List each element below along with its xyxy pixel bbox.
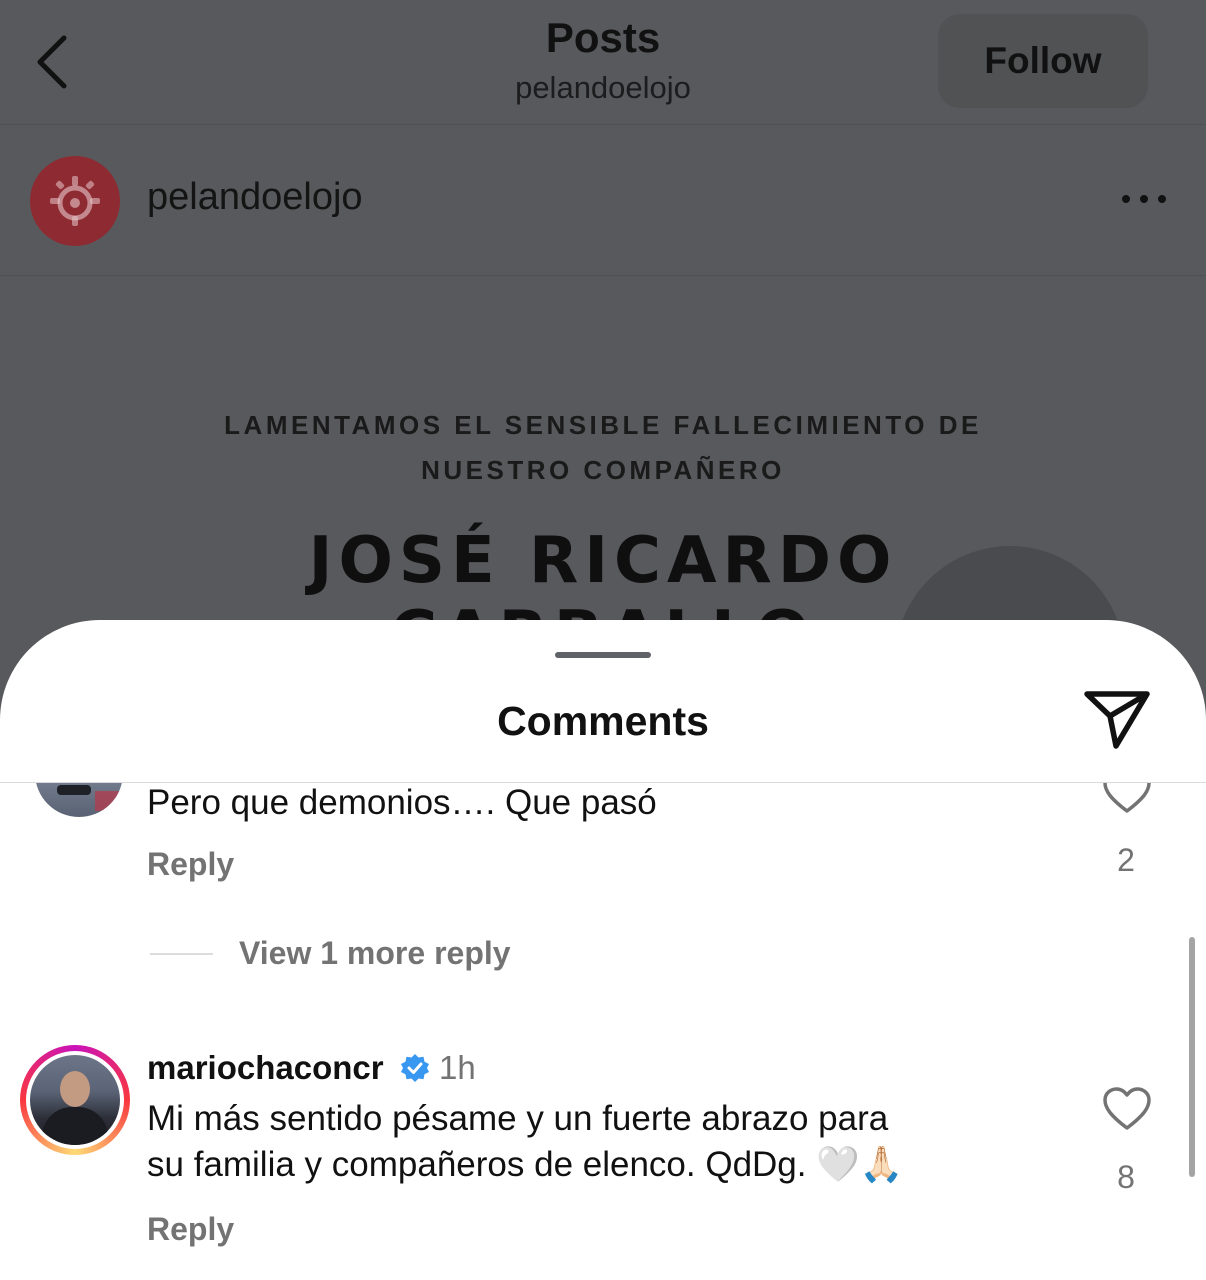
comments-title: Comments (497, 698, 709, 744)
heart-icon[interactable] (1102, 783, 1152, 815)
account-name[interactable]: pelandoelojo (147, 176, 363, 219)
comments-sheet: Comments Pero que demonios…. Que pasó Re… (0, 620, 1206, 1280)
header: Posts pelandoelojo Follow (0, 0, 1206, 125)
divider (150, 953, 213, 955)
account-avatar[interactable] (30, 156, 120, 246)
comments-list: Pero que demonios…. Que pasó Reply 2 Vie… (0, 783, 1206, 1280)
avatar (30, 1055, 120, 1145)
comment-timestamp: 1h (439, 1049, 476, 1086)
story-ring[interactable] (20, 1045, 130, 1155)
comment-text: Mi más sentido pésame y un fuerte abrazo… (147, 1099, 889, 1138)
logo-icon (50, 176, 100, 226)
more-icon[interactable] (1116, 184, 1172, 214)
follow-button[interactable]: Follow (938, 14, 1148, 108)
heart-icon[interactable] (1102, 1086, 1152, 1132)
view-more-replies-button[interactable]: View 1 more reply (239, 935, 511, 972)
post-image-text: LAMENTAMOS EL SENSIBLE FALLECIMIENTO DE (224, 410, 982, 440)
scrollbar[interactable] (1189, 937, 1195, 1177)
comment-username[interactable]: mariochaconcr (147, 1049, 384, 1087)
drag-handle[interactable] (555, 652, 651, 658)
post-image-name: JOSÉ RICARDO (308, 524, 898, 598)
like-count: 8 (1117, 1159, 1135, 1195)
reply-button[interactable]: Reply (147, 846, 234, 883)
reply-button[interactable]: Reply (147, 1211, 234, 1248)
verified-icon (401, 1054, 429, 1082)
like-count: 2 (1117, 842, 1135, 878)
comment-text: su familia y compañeros de elenco. QdDg.… (147, 1145, 904, 1184)
comment-text: Pero que demonios…. Que pasó (147, 783, 657, 822)
post-image-text: NUESTRO COMPAÑERO (421, 455, 785, 485)
avatar[interactable] (35, 783, 123, 817)
share-icon[interactable] (1082, 686, 1152, 750)
